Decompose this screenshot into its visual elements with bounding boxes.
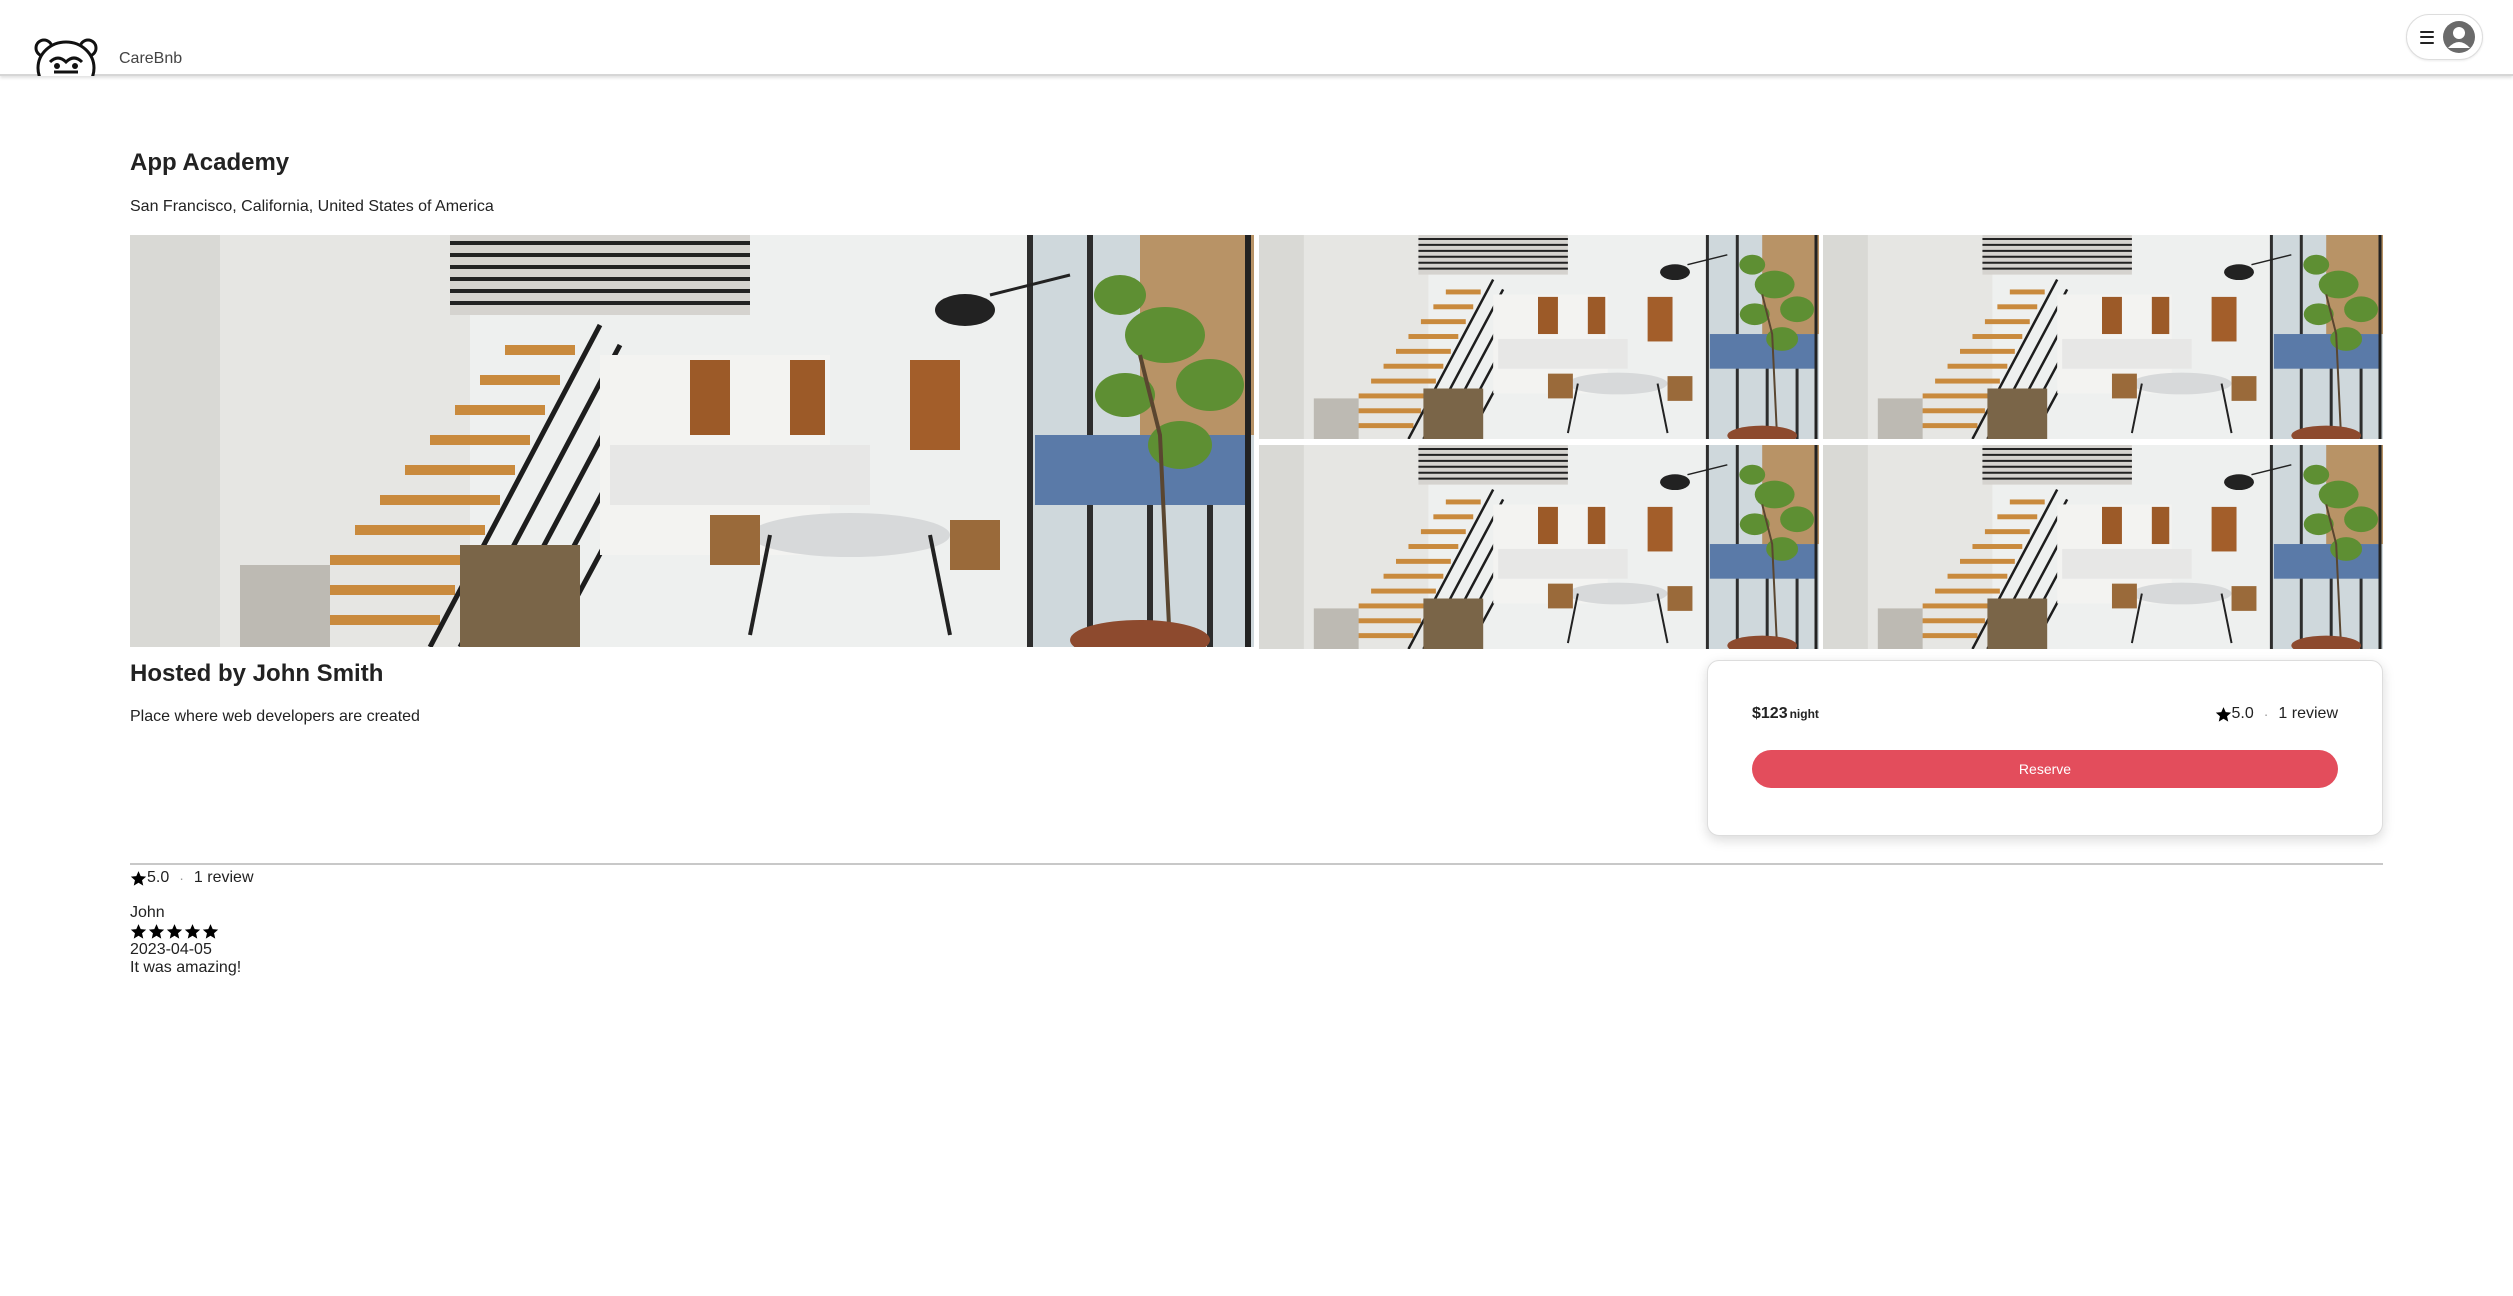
review-count[interactable]: 1 review <box>2278 705 2338 723</box>
interior-photo-image <box>1259 445 1819 649</box>
gallery-photo[interactable] <box>1259 445 1819 649</box>
star-icon <box>148 923 165 940</box>
review-count: 1 review <box>193 869 254 886</box>
star-icon <box>2215 706 2232 723</box>
hamburger-icon <box>2420 30 2434 44</box>
reserve-button[interactable]: Reserve <box>1752 750 2338 788</box>
price-per-night: $123 night <box>1752 705 1819 723</box>
review-text: It was amazing! <box>130 959 242 976</box>
user-avatar-icon <box>2443 21 2475 53</box>
interior-photo-image <box>130 235 1254 647</box>
top-nav: CareBnb <box>0 0 2513 76</box>
rating-value: 5.0 <box>147 869 170 886</box>
star-icon <box>130 923 147 940</box>
listing-location: San Francisco, California, United States… <box>130 198 494 215</box>
listing-title: App Academy <box>130 149 290 176</box>
star-icon <box>130 870 147 887</box>
gallery-photo[interactable] <box>1823 235 2383 439</box>
gallery-photo[interactable] <box>1259 235 1819 439</box>
user-menu-button[interactable] <box>2406 14 2483 60</box>
separator-dot: · <box>179 870 184 886</box>
star-icon <box>184 923 201 940</box>
price-amount: $123 <box>1752 705 1788 722</box>
star-icon <box>166 923 183 940</box>
brand-name[interactable]: CareBnb <box>119 50 182 68</box>
gallery-photo[interactable] <box>1823 445 2383 649</box>
reviews-summary: 5.0 · 1 review <box>130 869 254 887</box>
review-date: 2023-04-05 <box>130 941 212 958</box>
review-author: John <box>130 904 165 921</box>
star-icon <box>202 923 219 940</box>
listing-description: Place where web developers are created <box>130 708 420 725</box>
interior-photo-image <box>1259 235 1819 439</box>
rating-value: 5.0 <box>2231 705 2254 722</box>
main-photo[interactable] <box>130 235 1254 647</box>
price-unit: night <box>1789 707 1819 721</box>
review-item: John 2023-04-05 It was amazing! <box>130 904 241 977</box>
logo-bear-icon[interactable] <box>34 38 98 76</box>
review-stars <box>130 922 241 941</box>
host-heading: Hosted by John Smith <box>130 660 384 687</box>
reservation-card: $123 night 5.0 · 1 review Reserve <box>1707 660 2383 836</box>
separator-dot: · <box>2263 706 2269 722</box>
card-rating: 5.0 · 1 review <box>2215 705 2338 723</box>
interior-photo-image <box>1823 445 2383 649</box>
section-divider <box>130 863 2383 865</box>
interior-photo-image <box>1823 235 2383 439</box>
